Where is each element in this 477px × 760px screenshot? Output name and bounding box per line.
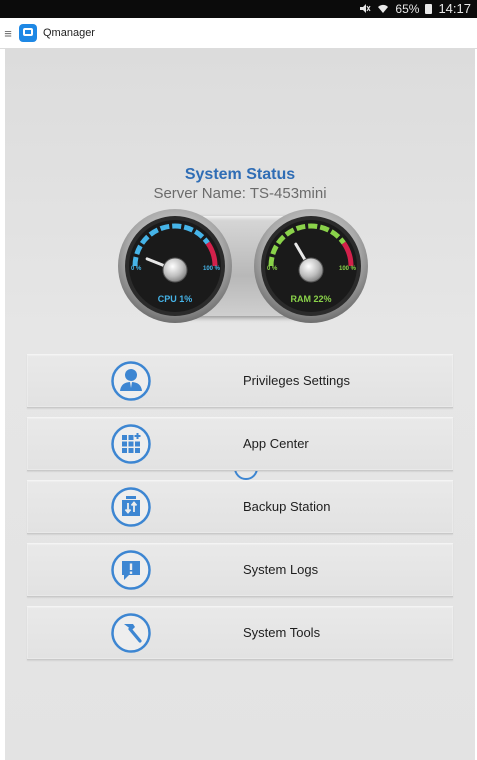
battery-icon (425, 3, 433, 14)
app-bar: ≡ Qmanager (0, 18, 477, 49)
ram-max-label: 100 % (339, 266, 357, 272)
wifi-icon (378, 4, 389, 13)
ram-min-label: 0 % (267, 266, 278, 272)
qmanager-logo-icon[interactable] (19, 24, 37, 42)
menu-item-system-logs[interactable]: System Logs (27, 543, 453, 597)
status-bar-indicators: 65% 14:17 (359, 1, 471, 16)
cpu-min-label: 0 % (131, 266, 142, 272)
user-icon (111, 361, 151, 401)
cpu-caption: CPU 1% (157, 294, 193, 304)
menu-item-label: Privileges Settings (243, 373, 350, 388)
menu-item-privileges-settings[interactable]: Privileges Settings (27, 354, 453, 408)
menu-item-backup-station[interactable]: Backup Station (27, 480, 453, 534)
menu-item-app-center[interactable]: App Center (27, 417, 453, 471)
system-status-title: System Status (184, 166, 296, 183)
ram-caption: RAM 22% (290, 294, 332, 304)
clock: 14:17 (438, 1, 471, 16)
mute-icon (360, 4, 371, 13)
app-title: Qmanager (43, 27, 95, 39)
backup-icon (111, 487, 151, 527)
hamburger-menu-icon[interactable]: ≡ (1, 26, 15, 41)
hammer-icon (111, 613, 151, 653)
main-content: System Status Server Name: TS-453mini 0 … (5, 48, 475, 760)
status-bar: 65% 14:17 (0, 0, 477, 18)
alert-message-icon (111, 550, 151, 590)
cpu-gauge: 0 % 100 % CPU 1% (117, 208, 233, 324)
gauge-panel[interactable]: 0 % 100 % CPU 1% 0 % 100 % RAM 22% (117, 208, 369, 480)
menu-item-label: App Center (243, 436, 309, 451)
menu-item-label: System Logs (243, 562, 319, 577)
cpu-max-label: 100 % (203, 266, 221, 272)
menu-item-label: System Tools (243, 625, 321, 640)
ram-gauge: 0 % 100 % RAM 22% (253, 208, 369, 324)
menu-list: Privileges Settings App Center Backup St… (27, 354, 453, 669)
menu-item-label: Backup Station (243, 499, 331, 514)
battery-percent: 65% (395, 1, 420, 16)
menu-item-system-tools[interactable]: System Tools (27, 606, 453, 660)
app-grid-icon (111, 424, 151, 464)
server-name: Server Name: TS-453mini (153, 185, 327, 202)
